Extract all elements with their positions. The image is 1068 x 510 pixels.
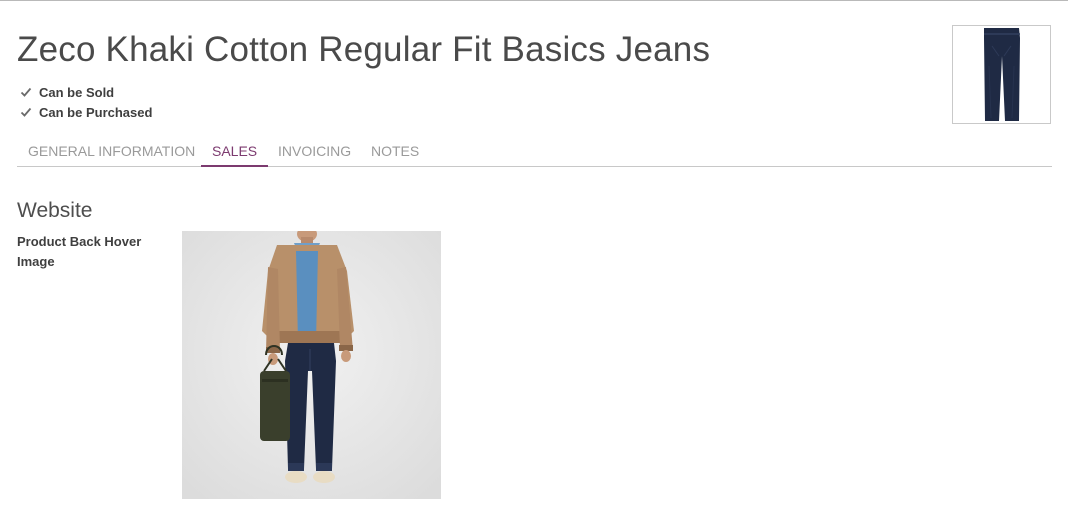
product-flags: Can be Sold Can be Purchased	[19, 82, 152, 122]
top-divider	[0, 0, 1068, 1]
jeans-thumbnail	[984, 28, 1020, 121]
model-photo	[182, 226, 441, 499]
can-be-purchased-checkbox[interactable]	[19, 105, 33, 119]
can-be-purchased-label: Can be Purchased	[39, 104, 153, 120]
can-be-purchased-row[interactable]: Can be Purchased	[19, 102, 152, 122]
tab-general-information[interactable]: GENERAL INFORMATION	[28, 137, 195, 167]
product-back-hover-image[interactable]	[182, 226, 441, 499]
can-be-sold-row[interactable]: Can be Sold	[19, 82, 152, 102]
product-back-hover-image-label: Product Back Hover Image	[17, 234, 142, 269]
tab-sales[interactable]: SALES	[201, 137, 268, 167]
product-image[interactable]	[952, 25, 1051, 124]
product-tabs: GENERAL INFORMATION SALES INVOICING NOTE…	[17, 137, 1052, 167]
tab-invoicing[interactable]: INVOICING	[278, 137, 351, 167]
website-section-title: Website	[17, 199, 93, 222]
checkmark-icon	[20, 87, 32, 97]
product-name-field[interactable]: Zeco Khaki Cotton Regular Fit Basics Jea…	[17, 30, 710, 70]
can-be-sold-checkbox[interactable]	[19, 85, 33, 99]
checkmark-icon	[20, 107, 32, 117]
can-be-sold-label: Can be Sold	[39, 84, 115, 100]
tab-notes[interactable]: NOTES	[371, 137, 419, 167]
